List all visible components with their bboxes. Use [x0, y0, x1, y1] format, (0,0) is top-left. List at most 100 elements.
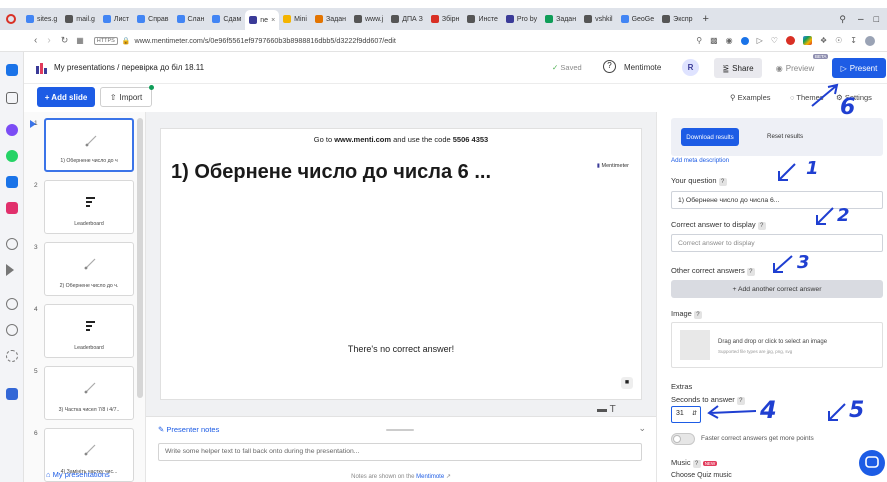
- add-slide-button[interactable]: + Add slide: [37, 87, 95, 107]
- breadcrumb[interactable]: My presentations / перевірка до біл 18.1…: [54, 63, 204, 72]
- url-text[interactable]: www.mentimeter.com/s/0e96f5561ef9797660b…: [135, 36, 396, 45]
- sidebar-instagram-icon[interactable]: [6, 202, 18, 214]
- my-presentations-link[interactable]: ⌂ My presentations: [46, 470, 110, 479]
- browser-tab[interactable]: www.j: [350, 10, 387, 28]
- extension-color-icon[interactable]: [802, 36, 812, 45]
- correct-answer-input[interactable]: Correct answer to display: [671, 234, 883, 252]
- choose-music-link[interactable]: Choose Quiz music: [671, 472, 732, 479]
- add-another-answer-button[interactable]: + Add another correct answer: [671, 280, 883, 298]
- share-button[interactable]: ⪠ Share: [714, 58, 762, 78]
- translate-icon[interactable]: ▩: [710, 36, 718, 45]
- tab-label: Задан: [326, 15, 346, 23]
- slide-thumbnail[interactable]: 3) Частка чисел 7/8 і 4/7..: [44, 366, 134, 420]
- browser-tab[interactable]: Pro by: [502, 10, 541, 28]
- sidebar-clock-icon[interactable]: [6, 324, 18, 336]
- minimize-icon[interactable]: –: [858, 14, 864, 25]
- browser-tab[interactable]: sites.g: [22, 10, 61, 28]
- sidebar-home-icon[interactable]: [6, 64, 18, 76]
- browser-tab[interactable]: ДПА З: [387, 10, 427, 28]
- mentimote-footer-link[interactable]: Mentimote: [416, 474, 444, 480]
- mentimeter-logo-icon[interactable]: [36, 61, 48, 74]
- sidebar-mail-icon[interactable]: [6, 176, 18, 188]
- faster-points-toggle[interactable]: [671, 433, 695, 445]
- sidebar-play-icon[interactable]: [6, 264, 14, 276]
- help-icon[interactable]: ?: [603, 60, 616, 73]
- add-meta-link[interactable]: Add meta description: [671, 157, 729, 164]
- browser-tab[interactable]: GeoGe: [617, 10, 659, 28]
- shield-icon[interactable]: ☉: [835, 36, 842, 45]
- profile-icon[interactable]: [865, 35, 875, 46]
- stepper-icon[interactable]: ⇵: [692, 407, 697, 421]
- sidebar-messenger-icon[interactable]: [6, 124, 18, 136]
- notes-label[interactable]: ✎ Presenter notes: [158, 425, 219, 434]
- seconds-input[interactable]: 31 ⇵: [671, 406, 701, 423]
- chat-bubble-icon[interactable]: [859, 450, 885, 476]
- extension-red-icon[interactable]: [785, 36, 795, 45]
- avatar[interactable]: R: [682, 59, 699, 76]
- browser-tab[interactable]: Задан: [541, 10, 580, 28]
- download-results-button[interactable]: Download results: [681, 128, 739, 146]
- play-icon[interactable]: ▷: [757, 36, 763, 45]
- notes-drag-handle[interactable]: [386, 429, 414, 431]
- reset-results-button[interactable]: Reset results: [767, 133, 803, 140]
- question-input[interactable]: 1) Обернене число до числа 6...: [671, 191, 883, 209]
- maximize-icon[interactable]: □: [874, 14, 879, 24]
- slide-thumbnail[interactable]: Leaderboard: [44, 180, 134, 234]
- address-bar: ‹ › ↻ ▦ HTTPS 🔒 www.mentimeter.com/s/0e9…: [0, 30, 887, 52]
- sidebar-settings-icon[interactable]: [6, 350, 18, 362]
- browser-tab[interactable]: Экспр: [658, 10, 696, 28]
- browser-tab[interactable]: vshkil: [580, 10, 617, 28]
- browser-tab[interactable]: Mini: [279, 10, 311, 28]
- preview-button[interactable]: ◉ Preview: [768, 58, 822, 78]
- tab-close-icon[interactable]: ×: [271, 17, 275, 24]
- search-tabs-icon[interactable]: ⚲: [839, 14, 846, 25]
- grid-icon[interactable]: ▦: [76, 36, 84, 45]
- help-icon[interactable]: ?: [718, 178, 727, 186]
- new-tab-icon[interactable]: +: [703, 13, 709, 25]
- sidebar-heart-icon[interactable]: [6, 298, 18, 310]
- download-icon[interactable]: ↧: [850, 36, 857, 45]
- your-question-text: Your question: [671, 176, 717, 185]
- help-icon[interactable]: ?: [692, 460, 701, 468]
- slide-thumbnail[interactable]: 1) Обернене число до ч: [30, 118, 134, 172]
- search-icon[interactable]: ⚲: [696, 36, 702, 45]
- browser-tab[interactable]: Задан: [311, 10, 350, 28]
- help-icon[interactable]: ?: [757, 222, 766, 230]
- sidebar-bookmark-icon[interactable]: [6, 92, 18, 104]
- chevron-down-icon[interactable]: ⌄: [638, 423, 646, 434]
- mentimote-link[interactable]: Mentimote: [624, 63, 661, 72]
- browser-tab[interactable]: Збірн: [427, 10, 464, 28]
- camera-icon[interactable]: ◉: [726, 36, 733, 45]
- share-label: Share: [732, 63, 754, 73]
- import-button[interactable]: ⇧ Import: [100, 87, 152, 107]
- slide-canvas[interactable]: Go to www.menti.com and use the code 550…: [160, 128, 642, 400]
- forward-icon[interactable]: ›: [47, 35, 50, 46]
- help-icon[interactable]: ?: [746, 268, 755, 276]
- extension-blue-icon[interactable]: [740, 36, 749, 45]
- text-tool-icon[interactable]: ▬ T: [597, 404, 616, 415]
- browser-tab[interactable]: ne ×: [245, 10, 280, 30]
- help-icon[interactable]: ?: [693, 311, 702, 319]
- browser-tab[interactable]: Инсте: [463, 10, 501, 28]
- notes-input[interactable]: Write some helper text to fall back onto…: [158, 443, 642, 461]
- reload-icon[interactable]: ↻: [61, 35, 69, 46]
- slide-thumbnail[interactable]: Leaderboard: [44, 304, 134, 358]
- browser-tab[interactable]: Справ: [133, 10, 172, 28]
- sidebar-target-icon[interactable]: [6, 238, 18, 250]
- browser-tab[interactable]: Слан: [173, 10, 209, 28]
- image-dropzone[interactable]: Drag and drop or click to select an imag…: [671, 322, 883, 368]
- annotation-arrow-5: [825, 402, 849, 429]
- browser-tab[interactable]: mail.g: [61, 10, 99, 28]
- back-icon[interactable]: ‹: [34, 35, 37, 46]
- puzzle-icon[interactable]: ❖: [820, 36, 827, 45]
- slide-thumbnail[interactable]: 2) Обернене число до ч.: [44, 242, 134, 296]
- heart-icon[interactable]: ♡: [771, 36, 778, 45]
- browser-tab[interactable]: Сдам: [208, 10, 245, 28]
- sidebar-extension-icon[interactable]: [6, 388, 18, 400]
- browser-tab[interactable]: Лист: [99, 10, 133, 28]
- sidebar-whatsapp-icon[interactable]: [6, 150, 18, 162]
- examples-button[interactable]: ⚲ Examples: [730, 93, 771, 102]
- slide-list-scrollbar[interactable]: [137, 118, 143, 398]
- present-button[interactable]: ▷ Present: [832, 58, 886, 78]
- slide-title[interactable]: 1) Обернене число до числа 6 ...: [171, 161, 491, 184]
